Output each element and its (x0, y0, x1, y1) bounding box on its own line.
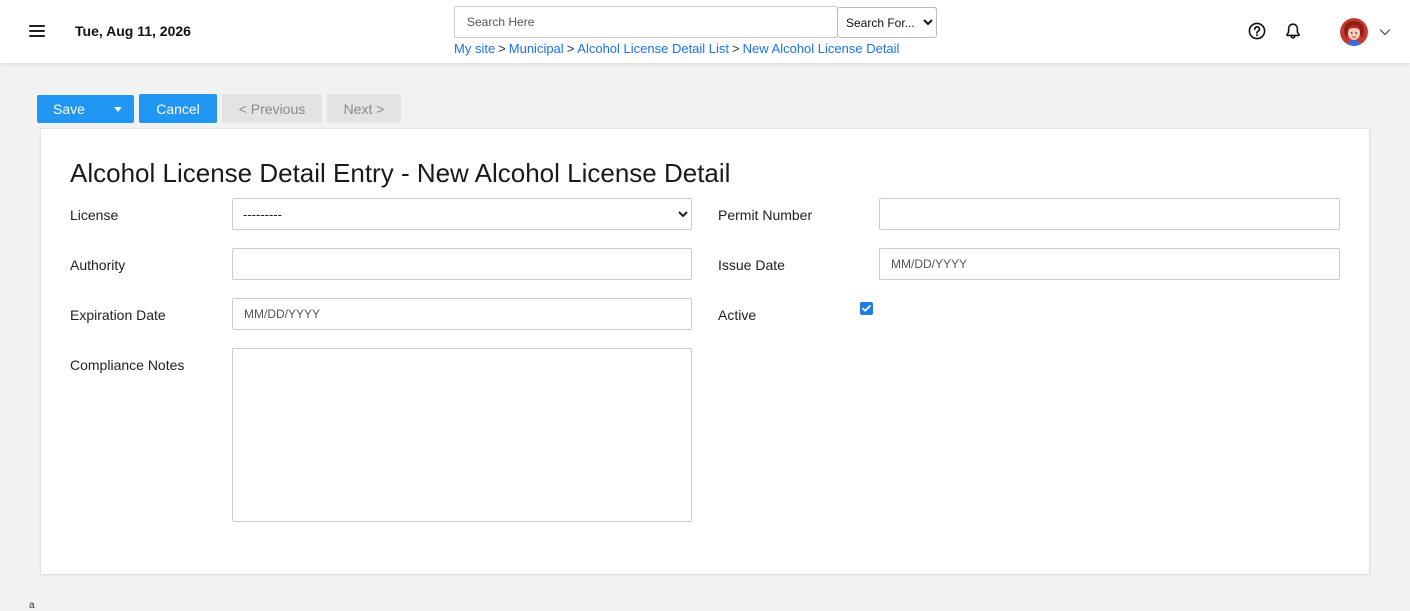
search-scope-select[interactable]: Search For... (837, 7, 937, 38)
previous-button[interactable]: < Previous (222, 94, 322, 123)
breadcrumb-separator: > (498, 41, 506, 56)
chevron-down-icon[interactable] (1378, 25, 1392, 39)
user-avatar[interactable] (1340, 18, 1368, 46)
issue-date-input[interactable] (879, 248, 1340, 280)
authority-label: Authority (70, 257, 126, 273)
help-circle-icon[interactable] (1248, 22, 1266, 40)
breadcrumb-municipal[interactable]: Municipal (509, 41, 564, 56)
next-button[interactable]: Next > (327, 94, 401, 123)
hamburger-menu-icon[interactable] (26, 21, 48, 41)
search-input[interactable] (454, 6, 838, 38)
top-bar: Tue, Aug 11, 2026 Search For... My site>… (0, 0, 1410, 63)
issue-date-label: Issue Date (718, 257, 785, 273)
permit-number-label: Permit Number (718, 207, 813, 223)
bell-icon[interactable] (1284, 22, 1302, 40)
breadcrumb-alcohol-license-detail-list[interactable]: Alcohol License Detail List (577, 41, 729, 56)
cancel-button[interactable]: Cancel (139, 94, 217, 123)
footer-mark: a (29, 600, 35, 611)
save-options-dropdown[interactable] (101, 95, 134, 123)
page-title: Alcohol License Detail Entry - New Alcoh… (70, 158, 731, 188)
form-card: Alcohol License Detail Entry - New Alcoh… (40, 128, 1370, 575)
breadcrumb-separator: > (566, 41, 575, 56)
breadcrumb-new-alcohol-license-detail[interactable]: New Alcohol License Detail (743, 41, 900, 56)
breadcrumb-my-site[interactable]: My site (454, 41, 495, 56)
current-date: Tue, Aug 11, 2026 (75, 23, 191, 39)
expiration-date-input[interactable] (232, 298, 692, 330)
save-button[interactable]: Save (37, 95, 101, 123)
active-label: Active (718, 307, 757, 323)
expiration-date-label: Expiration Date (70, 307, 166, 323)
breadcrumb-separator: > (732, 41, 740, 56)
save-button-group: Save (37, 95, 134, 123)
compliance-notes-textarea[interactable] (232, 348, 692, 522)
breadcrumb: My site > Municipal > Alcohol License Detail… (454, 41, 899, 56)
permit-number-input[interactable] (879, 198, 1340, 230)
active-checkbox[interactable] (860, 302, 873, 315)
authority-input[interactable] (232, 248, 692, 280)
caret-down-icon (113, 106, 122, 112)
license-select[interactable]: --------- (232, 198, 692, 230)
license-label: License (70, 207, 119, 223)
compliance-notes-label: Compliance Notes (70, 357, 185, 373)
checkmark-icon (862, 305, 871, 312)
